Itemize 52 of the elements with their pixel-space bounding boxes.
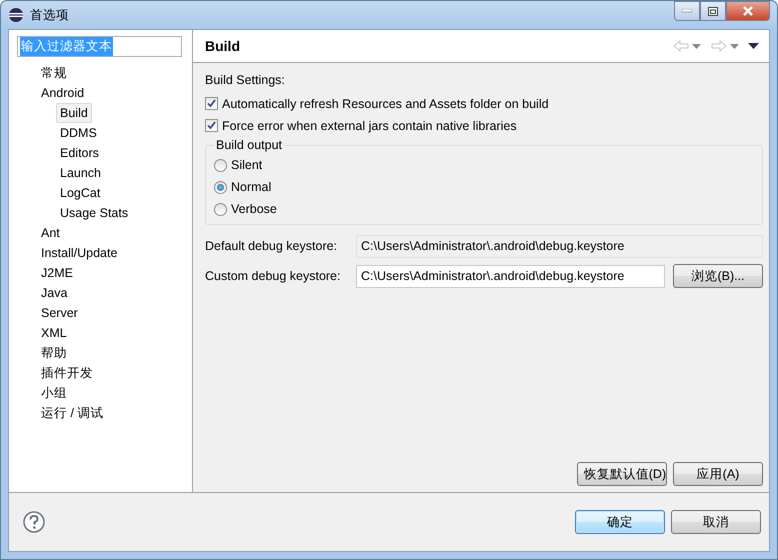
field-label: Default debug keystore: bbox=[205, 238, 338, 255]
tree-item[interactable]: 常规 bbox=[37, 63, 71, 84]
dropdown-icon[interactable] bbox=[730, 44, 739, 48]
section-label: Build Settings: bbox=[205, 72, 286, 89]
tree-item[interactable]: Launch bbox=[56, 163, 106, 184]
dropdown-icon[interactable] bbox=[692, 44, 702, 48]
tree-item[interactable]: Editors bbox=[56, 143, 103, 164]
dialog-button[interactable]: 确定 bbox=[574, 510, 665, 534]
radio-label: Normal bbox=[231, 178, 272, 196]
checkbox-label: Automatically refresh Resources and Assets folder on build bbox=[222, 96, 549, 113]
radio-label: Verbose bbox=[231, 200, 277, 218]
radio-button[interactable] bbox=[214, 158, 227, 172]
tree-item[interactable]: 插件开发 bbox=[37, 363, 97, 384]
tree-item[interactable]: 帮助 bbox=[37, 343, 71, 364]
view-menu-icon[interactable] bbox=[748, 43, 759, 49]
dialog-button[interactable]: 取消 bbox=[671, 510, 761, 534]
help-icon[interactable] bbox=[23, 511, 45, 533]
tree-item[interactable]: 小组 bbox=[37, 383, 71, 404]
tree-item[interactable]: Java bbox=[37, 283, 72, 304]
close-button[interactable] bbox=[726, 1, 770, 21]
keystore-field: C:\Users\Administrator\.android\debug.keystore bbox=[356, 234, 763, 258]
page-button[interactable]: 恢复默认值(D) bbox=[576, 462, 667, 486]
field-label: Custom debug keystore: bbox=[205, 268, 342, 285]
group-title: Build output bbox=[214, 136, 284, 153]
tree-item[interactable]: Build bbox=[56, 103, 92, 124]
maximize-button[interactable] bbox=[700, 1, 726, 21]
tree-item[interactable]: XML bbox=[37, 323, 71, 344]
page-button[interactable]: 应用(A) bbox=[673, 462, 763, 486]
tree-item[interactable]: LogCat bbox=[56, 183, 104, 204]
checkbox[interactable] bbox=[205, 97, 218, 110]
tree-item[interactable]: Ant bbox=[37, 223, 64, 244]
tree-item[interactable]: Android bbox=[37, 83, 88, 104]
tree-item[interactable]: Usage Stats bbox=[56, 203, 132, 224]
minimize-icon bbox=[682, 9, 692, 13]
keystore-field[interactable]: C:\Users\Administrator\.android\debug.keystore bbox=[356, 264, 665, 288]
page-title: Build bbox=[205, 36, 240, 56]
tree-item[interactable]: DDMS bbox=[56, 123, 101, 144]
checkbox[interactable] bbox=[205, 119, 218, 132]
tree-item[interactable]: Install/Update bbox=[37, 243, 122, 264]
browse-button[interactable]: 浏览(B)... bbox=[673, 264, 763, 288]
maximize-icon bbox=[708, 6, 718, 16]
checkbox-label: Force error when external jars contain native libraries bbox=[222, 118, 517, 135]
window-title: 首选项 bbox=[30, 6, 69, 24]
minimize-button[interactable] bbox=[674, 1, 700, 21]
app-icon bbox=[8, 7, 24, 23]
close-icon bbox=[742, 6, 754, 16]
tree-item[interactable]: 运行 / 调试 bbox=[37, 403, 108, 424]
tree-item[interactable]: J2ME bbox=[37, 263, 77, 284]
radio-button[interactable] bbox=[214, 180, 227, 194]
radio-button[interactable] bbox=[214, 202, 227, 216]
tree-item[interactable]: Server bbox=[37, 303, 82, 324]
radio-label: Silent bbox=[231, 156, 262, 174]
